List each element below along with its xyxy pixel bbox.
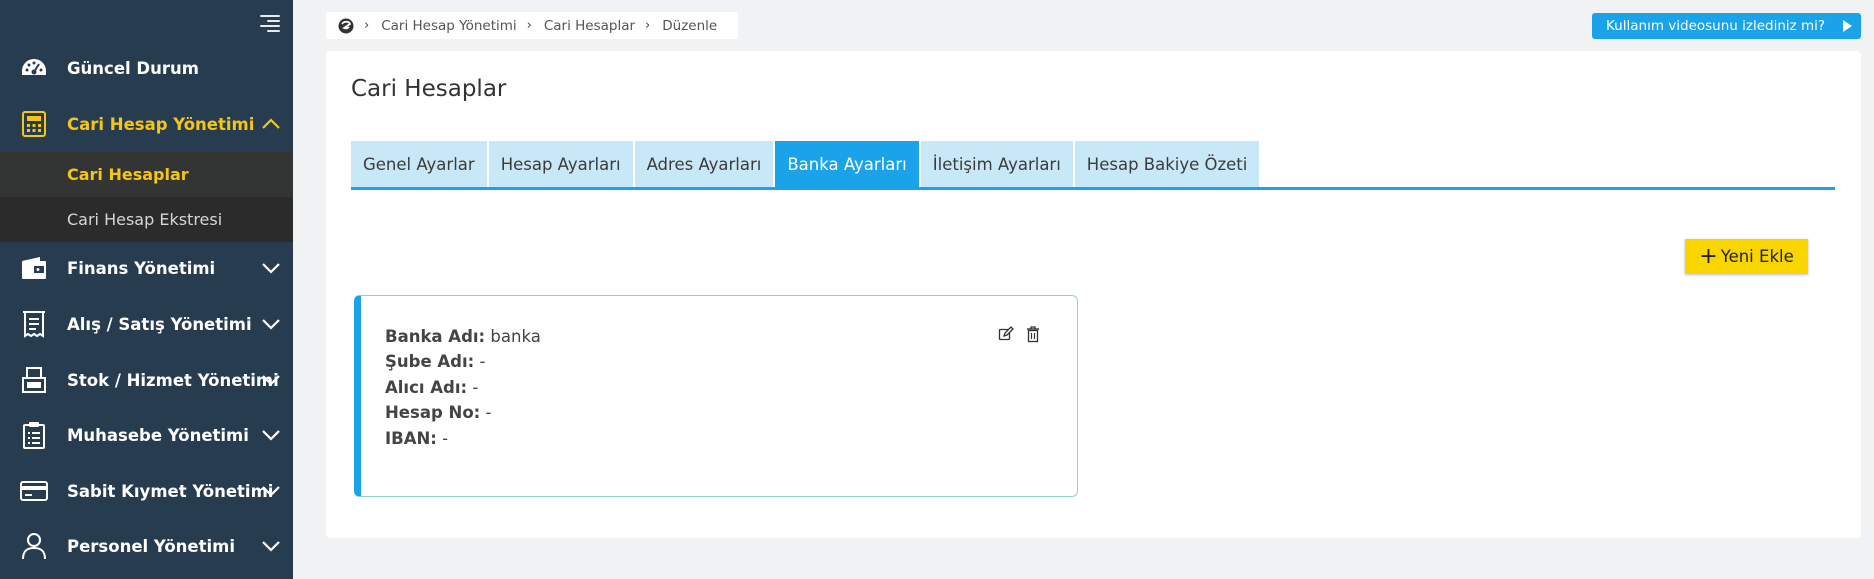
chevron-up-icon (262, 118, 280, 129)
sidebar-subitem-label: Cari Hesaplar (67, 165, 189, 184)
tab-genel-ayarlar[interactable]: Genel Ayarlar (351, 141, 487, 187)
sidebar-item-label: Alış / Satış Yönetimi (67, 314, 252, 334)
breadcrumb-separator-icon: › (364, 18, 370, 33)
bank-field-bank-name: Banka Adı: banka (385, 327, 541, 346)
sidebar-subitem-cari-hesaplar[interactable]: Cari Hesaplar (0, 152, 293, 197)
field-value: - (442, 429, 449, 448)
field-label: IBAN: (385, 429, 437, 448)
play-video-button[interactable] (1832, 13, 1861, 39)
credit-card-icon (20, 477, 48, 505)
calculator-icon (20, 110, 48, 138)
delete-icon[interactable] (1024, 324, 1042, 344)
field-label: Hesap No: (385, 403, 481, 422)
sidebar-item-cari-hesap-yonetimi[interactable]: Cari Hesap Yönetimi (0, 96, 293, 152)
sidebar-item-label: Personel Yönetimi (67, 536, 236, 556)
breadcrumb-item-current: Düzenle (662, 17, 718, 34)
sidebar-item-label: Cari Hesap Yönetimi (67, 114, 255, 134)
tab-banka-ayarlari[interactable]: Banka Ayarları (775, 141, 919, 187)
field-value: - (472, 378, 479, 397)
bank-field-branch-name: Şube Adı: - (385, 352, 485, 371)
chevron-down-icon (262, 486, 280, 497)
dashboard-icon (20, 54, 48, 82)
field-label: Alıcı Adı: (385, 378, 468, 397)
user-icon (20, 532, 48, 560)
chevron-down-icon (262, 375, 280, 386)
sidebar-item-finans-yonetimi[interactable]: Finans Yönetimi (0, 240, 293, 296)
field-label: Banka Adı: (385, 327, 486, 346)
tab-iletisim-ayarlari[interactable]: İletişim Ayarları (920, 141, 1073, 187)
main-card: Cari Hesaplar Genel Ayarlar Hesap Ayarla… (326, 51, 1861, 538)
play-icon (1842, 20, 1852, 32)
sidebar-subitem-label: Cari Hesap Ekstresi (67, 210, 223, 229)
sidebar-item-label: Muhasebe Yönetimi (67, 425, 249, 445)
field-value: - (479, 352, 486, 371)
sidebar-item-label: Güncel Durum (67, 58, 199, 78)
edit-icon[interactable] (997, 324, 1015, 344)
breadcrumb-item[interactable]: Cari Hesap Yönetimi (381, 18, 516, 34)
bank-field-recipient-name: Alıcı Adı: - (385, 378, 478, 397)
add-new-button[interactable]: + Yeni Ekle (1685, 239, 1808, 274)
stock-icon (20, 366, 48, 394)
add-new-label: Yeni Ekle (1720, 247, 1794, 266)
field-label: Şube Adı: (385, 352, 475, 371)
sidebar-subitem-cari-hesap-ekstresi[interactable]: Cari Hesap Ekstresi (0, 197, 293, 242)
page-title: Cari Hesaplar (351, 76, 507, 102)
settings-tabs: Genel Ayarlar Hesap Ayarları Adres Ayarl… (351, 141, 1261, 187)
receipt-icon (20, 310, 48, 338)
home-logo-icon[interactable] (338, 18, 354, 34)
sidebar: Güncel Durum Cari Hesap Yönetimi Cari He… (0, 0, 293, 579)
sidebar-item-alis-satis-yonetimi[interactable]: Alış / Satış Yönetimi (0, 296, 293, 352)
sidebar-item-label: Sabit Kıymet Yönetimi (67, 481, 274, 501)
sidebar-item-personel-yonetimi[interactable]: Personel Yönetimi (0, 518, 293, 574)
chevron-down-icon (262, 319, 280, 330)
sidebar-item-label: Finans Yönetimi (67, 258, 216, 278)
chevron-down-icon (262, 430, 280, 441)
bank-field-iban: IBAN: - (385, 429, 448, 448)
breadcrumb-separator-icon: › (645, 18, 651, 33)
field-value: - (485, 403, 492, 422)
tab-hesap-bakiye-ozeti[interactable]: Hesap Bakiye Özeti (1074, 141, 1260, 187)
bank-account-card: Banka Adı: banka Şube Adı: - Alıcı Adı: … (354, 295, 1078, 497)
menu-toggle-icon[interactable] (260, 13, 280, 33)
wallet-icon (20, 254, 48, 282)
video-tutorial-label: Kullanım videosunu izlediniz mi? (1606, 18, 1826, 34)
chevron-down-icon (262, 263, 280, 274)
tab-adres-ayarlari[interactable]: Adres Ayarları (634, 141, 774, 187)
breadcrumb: › Cari Hesap Yönetimi › Cari Hesaplar › … (326, 12, 738, 39)
sidebar-item-muhasebe-yonetimi[interactable]: Muhasebe Yönetimi (0, 407, 293, 463)
chevron-down-icon (262, 541, 280, 552)
video-tutorial-button[interactable]: Kullanım videosunu izlediniz mi? (1592, 13, 1848, 39)
breadcrumb-item[interactable]: Cari Hesaplar (544, 18, 635, 34)
tab-underline (351, 187, 1835, 190)
bank-field-account-no: Hesap No: - (385, 403, 491, 422)
clipboard-icon (20, 421, 48, 449)
breadcrumb-separator-icon: › (526, 18, 532, 33)
plus-icon: + (1699, 243, 1718, 269)
sidebar-item-sabit-kiymet-yonetimi[interactable]: Sabit Kıymet Yönetimi (0, 463, 293, 519)
tab-hesap-ayarlari[interactable]: Hesap Ayarları (488, 141, 633, 187)
field-value: banka (490, 327, 541, 346)
sidebar-item-label: Stok / Hizmet Yönetimi (67, 370, 279, 390)
sidebar-item-guncel-durum[interactable]: Güncel Durum (0, 40, 293, 96)
sidebar-item-stok-hizmet-yonetimi[interactable]: Stok / Hizmet Yönetimi (0, 352, 293, 408)
